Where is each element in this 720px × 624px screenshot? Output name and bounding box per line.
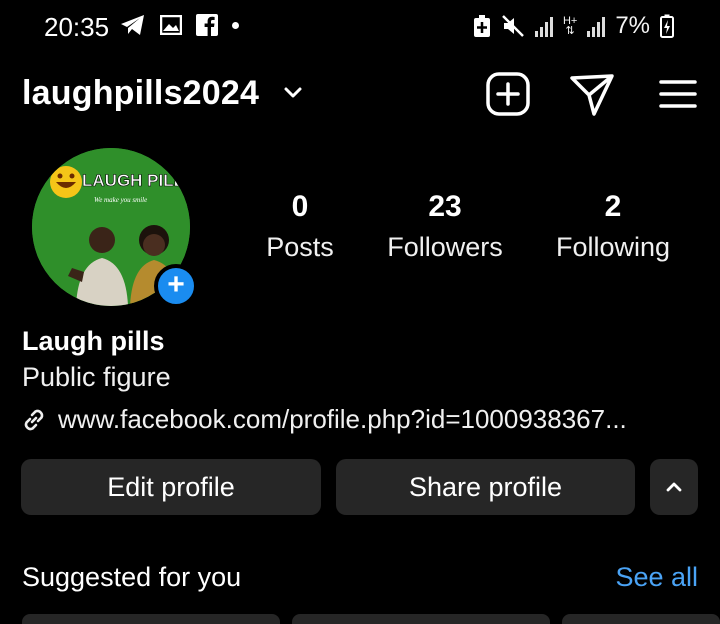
profile-username[interactable]: laughpills2024 [22,74,259,113]
stat-following-label: Following [555,232,671,262]
gallery-icon [160,15,182,35]
status-right: H+ ⇅ 7% [473,12,674,40]
chevron-down-icon[interactable] [282,82,304,104]
suggestion-card[interactable] [22,614,280,624]
direct-message-icon[interactable] [568,70,616,118]
share-profile-button[interactable]: Share profile [336,459,635,515]
stat-following-value: 2 [604,190,622,223]
profile-link[interactable]: www.facebook.com/profile.php?id=10009383… [20,404,627,435]
battery-percent: 7% [615,12,650,39]
add-story-button[interactable]: + [154,264,198,308]
avatar-tagline: We make you smile [94,196,147,204]
stat-posts[interactable]: 0 Posts [225,190,375,263]
stat-followers-value: 23 [428,190,462,223]
avatar-logo-text: LAUGH PILLS [82,171,190,190]
status-time: 20:35 [44,12,110,42]
stat-followers[interactable]: 23 Followers [370,190,520,263]
suggestion-card[interactable] [292,614,550,624]
profile-category: Public figure [22,362,171,392]
signal-icon [534,15,553,37]
link-icon [24,409,44,430]
suggested-title: Suggested for you [22,562,242,592]
menu-icon[interactable] [654,70,702,118]
edit-profile-button[interactable]: Edit profile [21,459,321,515]
dot-icon [232,21,239,29]
data-icon: H+ ⇅ [562,15,578,37]
stat-posts-label: Posts [266,232,334,262]
suggestion-card[interactable] [562,614,720,624]
telegram-icon [121,15,144,35]
stat-following[interactable]: 2 Following [538,190,688,263]
chevron-up-icon [666,482,682,492]
profile-name: Laugh pills [22,326,165,356]
stat-followers-label: Followers [387,232,503,262]
facebook-icon [196,14,218,36]
status-left-icons [120,14,239,36]
stat-posts-value: 0 [291,190,309,223]
charging-battery-icon [660,14,674,38]
mute-icon [502,15,524,37]
create-post-icon[interactable] [484,70,532,118]
see-all-link[interactable]: See all [615,562,698,593]
signal-icon-2 [587,15,606,37]
battery-saver-icon [473,15,490,37]
toggle-suggestions-button[interactable] [650,459,698,515]
profile-link-text[interactable]: www.facebook.com/profile.php?id=10009383… [58,404,627,435]
